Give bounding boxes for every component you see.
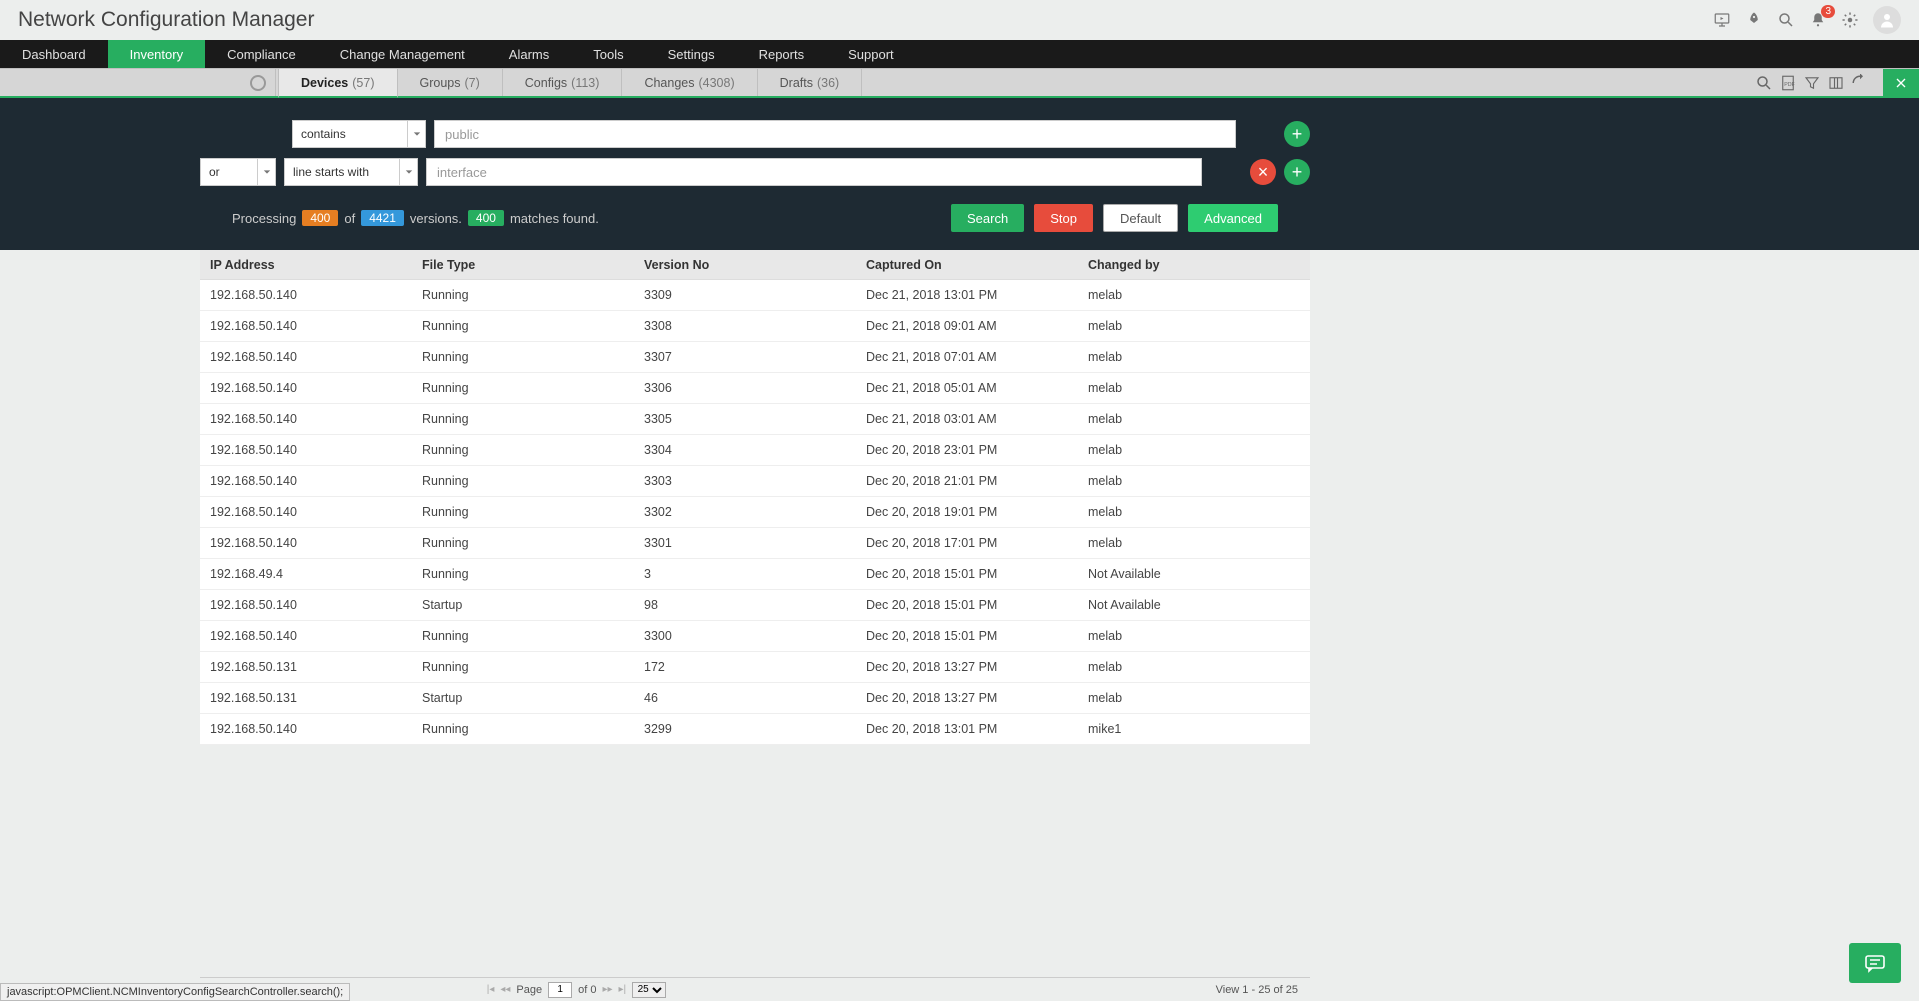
refresh-icon[interactable]: [1851, 74, 1869, 92]
sub-tab-bar: Devices (57)Groups (7)Configs (113)Chang…: [0, 68, 1919, 98]
sub-bar-tools: PDF: [1755, 69, 1919, 96]
pagination-bar: |◂ ◂◂ Page of 0 ▸▸ ▸| 25 View 1 - 25 of …: [200, 977, 1310, 1001]
subtab-devices[interactable]: Devices (57): [278, 69, 398, 98]
nav-alarms[interactable]: Alarms: [487, 40, 571, 68]
select-all-toggle[interactable]: [240, 69, 276, 96]
table-row[interactable]: 192.168.50.140Running3306Dec 21, 2018 05…: [200, 373, 1310, 404]
nav-change-management[interactable]: Change Management: [318, 40, 487, 68]
chat-fab[interactable]: [1849, 943, 1901, 983]
pager-first[interactable]: |◂: [487, 984, 495, 995]
table-row[interactable]: 192.168.50.140Running3304Dec 20, 2018 23…: [200, 435, 1310, 466]
filter-row-2: or line starts with × +: [200, 158, 1310, 186]
table-row[interactable]: 192.168.50.131Startup46Dec 20, 2018 13:2…: [200, 683, 1310, 714]
filter-input-2[interactable]: [426, 158, 1202, 186]
table-row[interactable]: 192.168.50.140Running3301Dec 20, 2018 17…: [200, 528, 1310, 559]
nav-compliance[interactable]: Compliance: [205, 40, 318, 68]
nav-tools[interactable]: Tools: [571, 40, 645, 68]
presentation-icon[interactable]: [1713, 11, 1731, 29]
add-filter-button[interactable]: +: [1284, 121, 1310, 147]
filter-icon[interactable]: [1803, 74, 1821, 92]
pager-next[interactable]: ▸▸: [602, 984, 612, 995]
nav-support[interactable]: Support: [826, 40, 916, 68]
pdf-export-icon[interactable]: PDF: [1779, 74, 1797, 92]
table-row[interactable]: 192.168.50.140Running3300Dec 20, 2018 15…: [200, 621, 1310, 652]
app-title: Network Configuration Manager: [18, 8, 314, 32]
top-bar: Network Configuration Manager 3: [0, 0, 1919, 40]
remove-filter-button[interactable]: ×: [1250, 159, 1276, 185]
table-row[interactable]: 192.168.50.140Running3308Dec 21, 2018 09…: [200, 311, 1310, 342]
table-row[interactable]: 192.168.50.131Running172Dec 20, 2018 13:…: [200, 652, 1310, 683]
subtab-configs[interactable]: Configs (113): [503, 69, 623, 96]
status-count-processed: 400: [302, 210, 338, 226]
add-filter-button[interactable]: +: [1284, 159, 1310, 185]
table-row[interactable]: 192.168.50.140Running3307Dec 21, 2018 07…: [200, 342, 1310, 373]
bell-icon[interactable]: 3: [1809, 11, 1827, 29]
pager-last[interactable]: ▸|: [619, 984, 627, 995]
filter-row-1: contains +: [200, 120, 1310, 148]
table-row[interactable]: 192.168.49.4Running3Dec 20, 2018 15:01 P…: [200, 559, 1310, 590]
status-processing: Processing: [232, 211, 296, 226]
table-header: IP Address File Type Version No Captured…: [200, 250, 1310, 280]
subtab-groups[interactable]: Groups (7): [398, 69, 503, 96]
table-row[interactable]: 192.168.50.140Running3309Dec 21, 2018 13…: [200, 280, 1310, 311]
svg-text:PDF: PDF: [1784, 82, 1795, 88]
user-avatar[interactable]: [1873, 6, 1901, 34]
search-button[interactable]: Search: [951, 204, 1024, 232]
nav-settings[interactable]: Settings: [646, 40, 737, 68]
col-captured[interactable]: Captured On: [866, 258, 1088, 272]
close-panel-button[interactable]: [1883, 69, 1919, 96]
condition-select-1[interactable]: contains: [292, 120, 426, 148]
table-row[interactable]: 192.168.50.140Running3305Dec 21, 2018 03…: [200, 404, 1310, 435]
top-icon-tray: 3: [1713, 6, 1901, 34]
col-version[interactable]: Version No: [644, 258, 866, 272]
condition-select-2[interactable]: line starts with: [284, 158, 418, 186]
default-button[interactable]: Default: [1103, 204, 1178, 232]
subtab-changes[interactable]: Changes (4308): [622, 69, 757, 96]
col-filetype[interactable]: File Type: [422, 258, 644, 272]
main-nav: DashboardInventoryComplianceChange Manag…: [0, 40, 1919, 68]
rocket-icon[interactable]: [1745, 11, 1763, 29]
pager-view-text: View 1 - 25 of 25: [1216, 984, 1298, 996]
operator-select-2[interactable]: or: [200, 158, 276, 186]
stop-button[interactable]: Stop: [1034, 204, 1093, 232]
status-count-total: 4421: [361, 210, 404, 226]
browser-status-bar: javascript:OPMClient.NCMInventoryConfigS…: [0, 983, 350, 1001]
table-row[interactable]: 192.168.50.140Running3303Dec 20, 2018 21…: [200, 466, 1310, 497]
table-row[interactable]: 192.168.50.140Startup98Dec 20, 2018 15:0…: [200, 590, 1310, 621]
notif-badge: 3: [1821, 5, 1835, 18]
pager-page-input[interactable]: [548, 982, 572, 998]
nav-dashboard[interactable]: Dashboard: [0, 40, 108, 68]
pager-size-select[interactable]: 25: [632, 982, 666, 998]
pager-page-label: Page: [516, 984, 542, 996]
nav-reports[interactable]: Reports: [737, 40, 827, 68]
search-icon[interactable]: [1777, 11, 1795, 29]
col-ip[interactable]: IP Address: [200, 258, 422, 272]
nav-inventory[interactable]: Inventory: [108, 40, 205, 68]
status-count-matches: 400: [468, 210, 504, 226]
pager-of: of 0: [578, 984, 596, 996]
search-icon[interactable]: [1755, 74, 1773, 92]
col-changedby[interactable]: Changed by: [1088, 258, 1310, 272]
subtab-drafts[interactable]: Drafts (36): [758, 69, 863, 96]
gear-icon[interactable]: [1841, 11, 1859, 29]
pager-prev[interactable]: ◂◂: [500, 984, 510, 995]
search-panel: contains + or line starts with × + Proce…: [0, 98, 1919, 250]
table-row[interactable]: 192.168.50.140Running3302Dec 20, 2018 19…: [200, 497, 1310, 528]
filter-input-1[interactable]: [434, 120, 1236, 148]
advanced-button[interactable]: Advanced: [1188, 204, 1278, 232]
results-table: IP Address File Type Version No Captured…: [200, 250, 1310, 745]
table-row[interactable]: 192.168.50.140Running3299Dec 20, 2018 13…: [200, 714, 1310, 745]
search-status-row: Processing 400 of 4421 versions. 400 mat…: [200, 204, 1310, 232]
columns-icon[interactable]: [1827, 74, 1845, 92]
